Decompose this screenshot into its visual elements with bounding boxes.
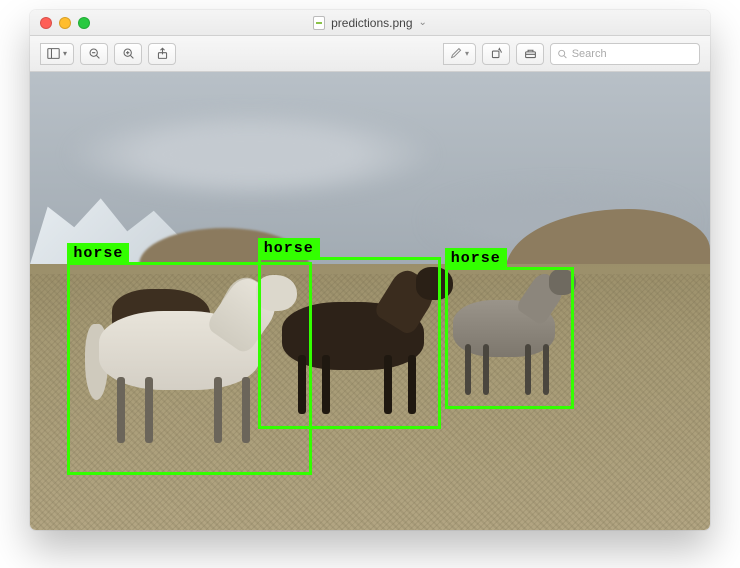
edit-button[interactable]: ▾ xyxy=(443,43,476,65)
zoom-out-button[interactable] xyxy=(80,43,108,65)
close-button[interactable] xyxy=(40,17,52,29)
detection-label: horse xyxy=(258,238,320,259)
minimize-button[interactable] xyxy=(59,17,71,29)
window-filename: predictions.png xyxy=(331,16,412,30)
chevron-down-icon: ▾ xyxy=(465,49,469,58)
file-png-icon xyxy=(313,16,325,30)
zoom-out-icon xyxy=(88,47,101,60)
detection-label: horse xyxy=(67,243,129,264)
search-field[interactable] xyxy=(550,43,700,65)
zoom-in-button[interactable] xyxy=(114,43,142,65)
toolbox-icon xyxy=(524,47,537,60)
sidebar-toggle-button[interactable]: ▾ xyxy=(40,43,74,65)
share-button[interactable] xyxy=(148,43,176,65)
edit-buttons: ▾ xyxy=(443,43,476,65)
title-center: predictions.png ⌄ xyxy=(30,16,710,30)
titlebar[interactable]: predictions.png ⌄ xyxy=(30,10,710,36)
rotate-icon xyxy=(490,47,503,60)
pencil-icon xyxy=(450,47,463,60)
zoom-in-icon xyxy=(122,47,135,60)
share-icon xyxy=(156,47,169,60)
markup-button[interactable] xyxy=(516,43,544,65)
preview-window: predictions.png ⌄ ▾ ▾ xyxy=(30,10,710,530)
sidebar-icon xyxy=(47,47,60,60)
traffic-lights xyxy=(40,17,90,29)
detection-box-2: horse xyxy=(445,267,574,409)
search-icon xyxy=(557,48,568,60)
sidebar-buttons: ▾ xyxy=(40,43,74,65)
title-caret-icon[interactable]: ⌄ xyxy=(419,17,427,28)
detection-box-1: horse xyxy=(258,257,442,429)
toolbar: ▾ ▾ xyxy=(30,36,710,72)
rotate-button[interactable] xyxy=(482,43,510,65)
detection-label: horse xyxy=(445,248,507,269)
chevron-down-icon: ▾ xyxy=(63,49,67,58)
image-viewport[interactable]: horsehorsehorse xyxy=(30,72,710,530)
search-input[interactable] xyxy=(572,48,693,60)
fullscreen-button[interactable] xyxy=(78,17,90,29)
